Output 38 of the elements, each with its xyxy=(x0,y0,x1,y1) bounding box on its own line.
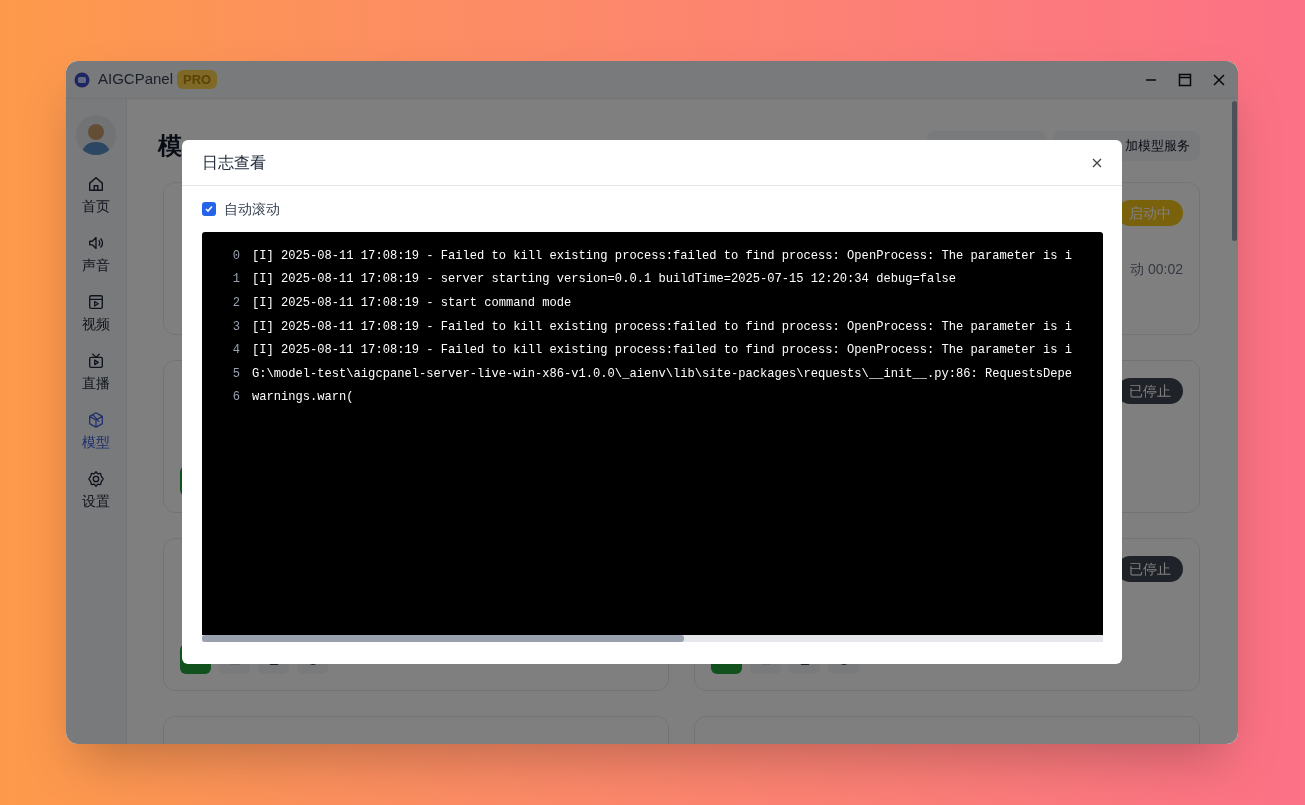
line-number: 6 xyxy=(231,389,241,407)
settings-icon xyxy=(87,470,105,488)
line-number: 0 xyxy=(231,247,241,265)
close-icon[interactable] xyxy=(1092,157,1102,168)
log-line: G:\model-test\aigcpanel-server-live-win-x86-v1.0.0\_aienv\lib\site-packages\requests\__init__.py:86: RequestsDepe xyxy=(252,365,1073,383)
checkmark-icon xyxy=(204,204,214,214)
log-line: warnings.warn( xyxy=(252,389,354,407)
sidebar-item[interactable]: 模型 xyxy=(71,409,121,454)
cube-icon xyxy=(87,411,105,429)
auto-scroll-label: 自动滚动 xyxy=(224,199,280,219)
sidebar-item[interactable]: 视频 xyxy=(71,291,121,336)
line-number: 2 xyxy=(231,294,241,312)
log-line: [I] 2025-08-11 17:08:19 - Failed to kill existing process:failed to find process: OpenProcess: The parameter is i xyxy=(252,318,1073,336)
line-number: 1 xyxy=(231,271,241,289)
auto-scroll-checkbox[interactable] xyxy=(202,202,216,216)
page-title: 模 xyxy=(158,131,182,161)
app-title: AIGCPanel xyxy=(98,69,174,90)
home-icon xyxy=(87,175,105,193)
log-line: [I] 2025-08-11 17:08:19 - Failed to kill existing process:failed to find process: OpenProcess: The parameter is i xyxy=(252,247,1073,265)
app-logo-icon xyxy=(74,71,90,88)
sidebar-item[interactable]: 直播 xyxy=(71,350,121,395)
speaker-icon xyxy=(87,234,105,252)
maximize-icon[interactable] xyxy=(1178,72,1192,87)
log-line: [I] 2025-08-11 17:08:19 - Failed to kill existing process:failed to find process: OpenProcess: The parameter is i xyxy=(252,342,1073,360)
sidebar-item[interactable]: 设置 xyxy=(71,468,121,513)
line-number: 3 xyxy=(231,318,241,336)
video-icon xyxy=(87,293,105,311)
close-icon[interactable] xyxy=(1212,72,1226,87)
log-line: [I] 2025-08-11 17:08:19 - start command mode xyxy=(252,294,572,312)
line-number: 4 xyxy=(231,342,241,360)
sidebar-item[interactable]: 声音 xyxy=(71,232,121,277)
runtime-text: 动 00:02 xyxy=(1130,260,1183,279)
dialog-title: 日志查看 xyxy=(202,152,266,173)
sidebar-item[interactable]: 首页 xyxy=(71,173,121,218)
line-number: 5 xyxy=(231,365,241,383)
horizontal-scrollbar[interactable] xyxy=(202,635,1103,642)
tv-icon xyxy=(87,352,105,370)
log-line: [I] 2025-08-11 17:08:19 - server starting version=0.0.1 buildTime=2025-07-15 12:20:34 debug=false xyxy=(252,271,956,289)
